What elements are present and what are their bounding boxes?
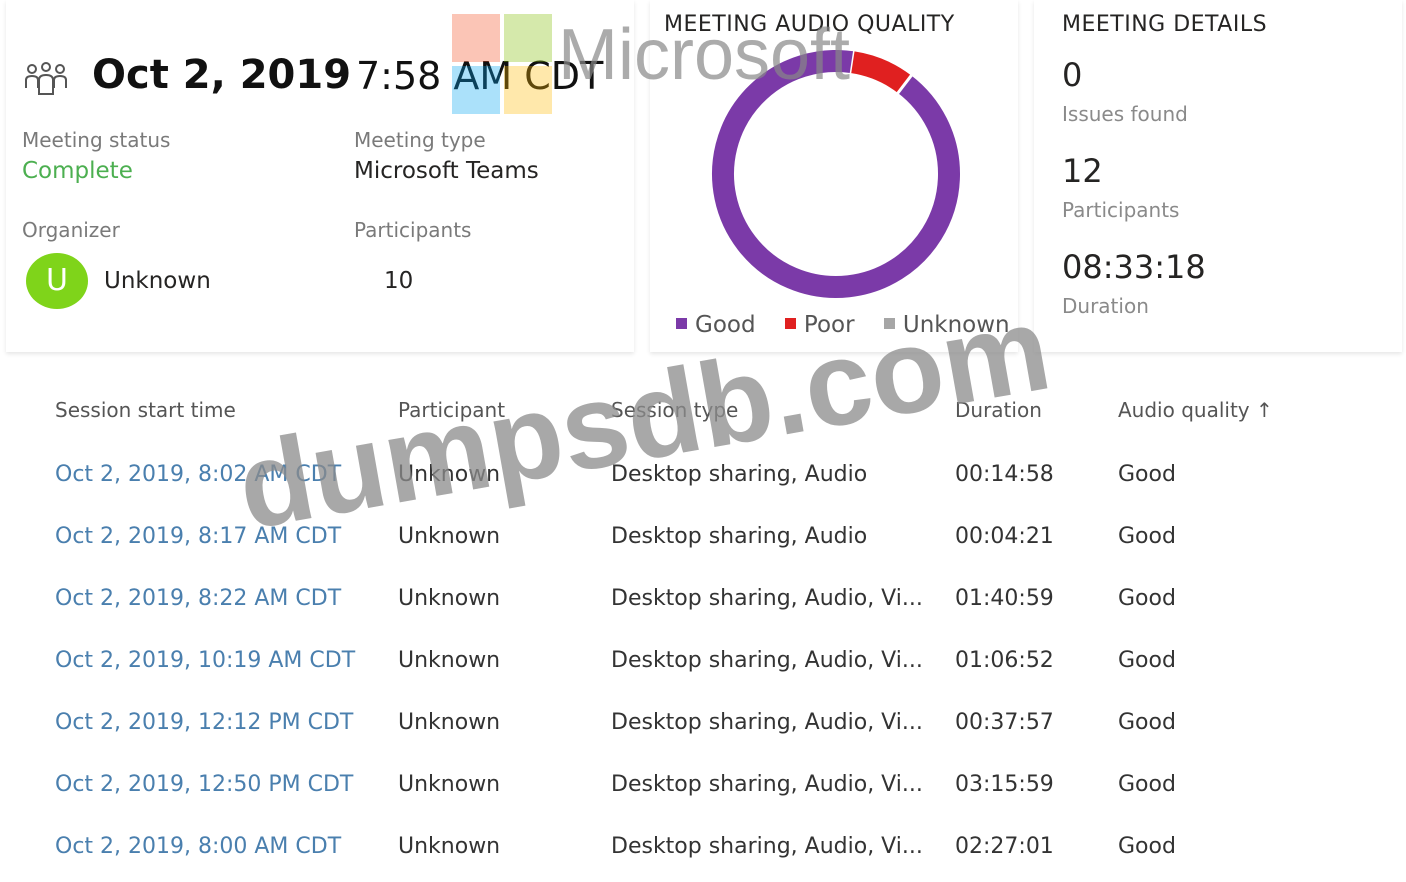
audio-quality-cell: Good: [1118, 772, 1176, 797]
details-participants-value: 12: [1062, 152, 1103, 190]
duration-cell: 00:14:58: [955, 462, 1054, 487]
organizer-label: Organizer: [22, 218, 120, 242]
meeting-details-card: MEETING DETAILS 0 Issues found 12 Partic…: [1034, 0, 1402, 352]
legend-swatch-good: [676, 318, 687, 329]
session-type-cell: Desktop sharing, Audio: [611, 524, 868, 549]
session-start-time-link[interactable]: Oct 2, 2019, 8:00 AM CDT: [55, 834, 341, 859]
issues-found-value: 0: [1062, 56, 1083, 94]
table-row[interactable]: Oct 2, 2019, 8:17 AM CDT Unknown Desktop s…: [0, 510, 1406, 572]
session-type-cell: Desktop sharing, Audio, Vi...: [611, 834, 923, 859]
duration-cell: 03:15:59: [955, 772, 1054, 797]
microsoft-wordmark-watermark: Microsoft: [558, 15, 851, 95]
audio-quality-cell: Good: [1118, 586, 1176, 611]
session-type-cell: Desktop sharing, Audio, Vi...: [611, 586, 923, 611]
participants-value: 10: [384, 268, 414, 294]
session-type-cell: Desktop sharing, Audio, Vi...: [611, 772, 923, 797]
session-type-cell: Desktop sharing, Audio, Vi...: [611, 710, 923, 735]
details-participants-label: Participants: [1062, 198, 1180, 222]
meeting-type-label: Meeting type: [354, 128, 486, 152]
audio-quality-cell: Good: [1118, 462, 1176, 487]
session-start-time-link[interactable]: Oct 2, 2019, 10:19 AM CDT: [55, 648, 355, 673]
meeting-details-heading: MEETING DETAILS: [1062, 12, 1268, 37]
duration-cell: 01:06:52: [955, 648, 1054, 673]
column-header-audio-quality[interactable]: Audio quality ↑: [1118, 398, 1273, 422]
duration-value: 08:33:18: [1062, 248, 1206, 286]
avatar: U: [26, 253, 88, 309]
meeting-status-value: Complete: [22, 158, 133, 184]
participants-label: Participants: [354, 218, 472, 242]
session-start-time-link[interactable]: Oct 2, 2019, 12:12 PM CDT: [55, 710, 353, 735]
table-row[interactable]: Oct 2, 2019, 10:19 AM CDT Unknown Desktop …: [0, 634, 1406, 696]
session-type-cell: Desktop sharing, Audio, Vi...: [611, 648, 923, 673]
table-row[interactable]: Oct 2, 2019, 8:22 AM CDT Unknown Desktop s…: [0, 572, 1406, 634]
meeting-status-label: Meeting status: [22, 128, 171, 152]
duration-cell: 00:04:21: [955, 524, 1054, 549]
audio-quality-cell: Good: [1118, 710, 1176, 735]
table-row[interactable]: Oct 2, 2019, 8:00 AM CDT Unknown Desktop s…: [0, 820, 1406, 882]
session-start-time-link[interactable]: Oct 2, 2019, 8:22 AM CDT: [55, 586, 341, 611]
participant-cell: Unknown: [398, 710, 501, 735]
audio-quality-cell: Good: [1118, 524, 1176, 549]
participant-cell: Unknown: [398, 772, 501, 797]
microsoft-logo-watermark: [452, 14, 552, 114]
audio-quality-cell: Good: [1118, 834, 1176, 859]
meeting-type-value: Microsoft Teams: [354, 158, 539, 184]
donut-slice-poor: [850, 51, 912, 94]
people-icon: [25, 62, 67, 95]
organizer-name: Unknown: [104, 268, 211, 294]
meeting-date: Oct 2, 2019: [92, 52, 352, 98]
duration-label: Duration: [1062, 294, 1149, 318]
table-row[interactable]: Oct 2, 2019, 12:12 PM CDT Unknown Desktop …: [0, 696, 1406, 758]
audio-quality-cell: Good: [1118, 648, 1176, 673]
duration-cell: 02:27:01: [955, 834, 1054, 859]
participant-cell: Unknown: [398, 834, 501, 859]
duration-cell: 00:37:57: [955, 710, 1054, 735]
table-row[interactable]: Oct 2, 2019, 12:50 PM CDT Unknown Desktop …: [0, 758, 1406, 820]
duration-cell: 01:40:59: [955, 586, 1054, 611]
participant-cell: Unknown: [398, 648, 501, 673]
issues-found-label: Issues found: [1062, 102, 1188, 126]
session-start-time-link[interactable]: Oct 2, 2019, 12:50 PM CDT: [55, 772, 353, 797]
participant-cell: Unknown: [398, 586, 501, 611]
column-header-session-start[interactable]: Session start time: [55, 398, 236, 422]
